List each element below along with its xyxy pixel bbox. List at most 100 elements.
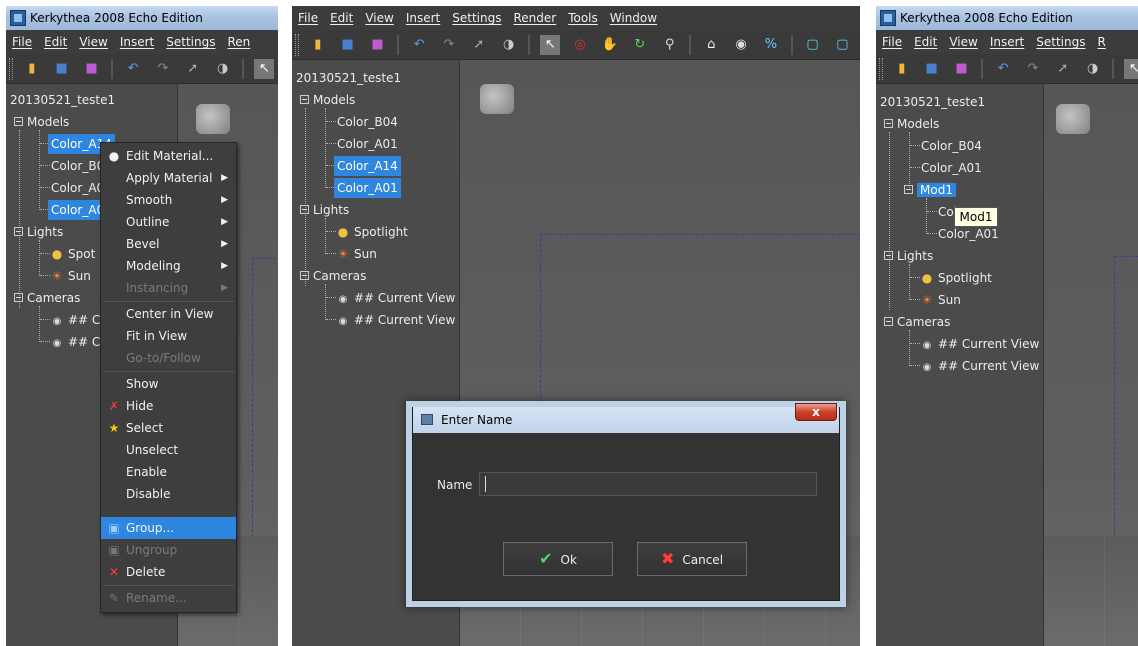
tree-node-lights[interactable]: Lights (14, 222, 63, 242)
tree-node-cameras[interactable]: Cameras (884, 312, 950, 332)
menu-item-bevel[interactable]: Bevel ▶ (101, 233, 236, 255)
menu-item-modeling[interactable]: Modeling ▶ (101, 255, 236, 277)
tree-node-light[interactable]: ● Spotlight (336, 222, 408, 242)
menu-item-delete[interactable]: ✕ Delete (101, 561, 236, 583)
menu-render[interactable]: R (1097, 35, 1105, 49)
target-icon[interactable]: ◎ (570, 35, 590, 55)
toolbar-grip[interactable] (879, 58, 883, 80)
menu-item-apply-material[interactable]: Apply Material ▶ (101, 167, 236, 189)
collapse-icon[interactable] (300, 271, 309, 280)
select-arrow-icon[interactable]: ↖ (540, 35, 561, 55)
tree-node-model[interactable]: Color_A01 (337, 134, 398, 154)
collapse-icon[interactable] (884, 251, 893, 260)
menu-item-enable[interactable]: Enable (101, 461, 236, 483)
wand-icon[interactable]: ➚ (1053, 59, 1073, 79)
undo-icon[interactable]: ↶ (993, 59, 1013, 79)
redo-icon[interactable]: ↷ (439, 35, 459, 55)
percent-icon[interactable]: % (761, 35, 781, 55)
hand-icon[interactable]: ✋ (600, 35, 620, 55)
sphere-icon[interactable]: ◑ (1083, 59, 1103, 79)
sphere-icon[interactable]: ◑ (499, 35, 519, 55)
menu-render[interactable]: Render (513, 11, 556, 25)
menu-edit[interactable]: Edit (914, 35, 937, 49)
menu-item-goto-follow[interactable]: Go-to/Follow (101, 347, 236, 369)
toolbar-grip[interactable] (295, 34, 299, 56)
menu-item-fit-in-view[interactable]: Fit in View (101, 325, 236, 347)
tree-node-light[interactable]: ☀ Sun (50, 266, 91, 286)
tree-node-models[interactable]: Models (884, 114, 939, 134)
menu-insert[interactable]: Insert (990, 35, 1024, 49)
tree-node-model[interactable]: Color_A14 (334, 156, 401, 176)
save-as-icon[interactable]: ■ (367, 35, 387, 55)
menu-view[interactable]: View (949, 35, 977, 49)
ok-button[interactable]: ✔ Ok (503, 542, 613, 576)
name-input[interactable] (479, 472, 817, 496)
save-as-icon[interactable]: ■ (951, 59, 971, 79)
menu-item-show[interactable]: Show (101, 373, 236, 395)
wand-icon[interactable]: ➚ (469, 35, 489, 55)
tree-node-model[interactable]: Color_B04 (337, 112, 398, 132)
rotate-icon[interactable]: ↻ (630, 35, 650, 55)
menu-insert[interactable]: Insert (406, 11, 440, 25)
menu-item-smooth[interactable]: Smooth ▶ (101, 189, 236, 211)
menu-file[interactable]: File (12, 35, 32, 49)
3d-viewport[interactable] (1044, 84, 1138, 646)
collapse-icon[interactable] (14, 227, 23, 236)
menu-item-edit-material[interactable]: ● Edit Material... (101, 145, 236, 167)
tree-node-light[interactable]: ☀ Sun (920, 290, 961, 310)
redo-icon[interactable]: ↷ (153, 59, 173, 79)
tree-node-light[interactable]: ☀ Sun (336, 244, 377, 264)
menu-file[interactable]: File (882, 35, 902, 49)
tree-node-camera[interactable]: ◉ ## C (50, 332, 101, 352)
tree-node-model[interactable]: Color_A01 (938, 224, 999, 244)
undo-icon[interactable]: ↶ (409, 35, 429, 55)
menu-tools[interactable]: Tools (568, 11, 598, 25)
menu-window[interactable]: Window (610, 11, 657, 25)
tree-node-light[interactable]: ● Spot (50, 244, 96, 264)
scene-root[interactable]: 20130521_teste1 (10, 90, 115, 110)
menu-item-rename[interactable]: ✎ Rename... (101, 587, 236, 609)
collapse-icon[interactable] (904, 185, 913, 194)
collapse-icon[interactable] (884, 317, 893, 326)
tree-node-light[interactable]: ● Spotlight (920, 268, 992, 288)
save-icon[interactable]: ■ (338, 35, 358, 55)
open-icon[interactable]: ▮ (308, 35, 328, 55)
save-icon[interactable]: ■ (52, 59, 72, 79)
menu-item-hide[interactable]: ✗ Hide (101, 395, 236, 417)
menu-settings[interactable]: Settings (1036, 35, 1085, 49)
collapse-icon[interactable] (14, 117, 23, 126)
tree-node-model[interactable]: Color_A0 (48, 200, 108, 220)
menu-render[interactable]: Ren (227, 35, 250, 49)
menu-item-unselect[interactable]: Unselect (101, 439, 236, 461)
menu-insert[interactable]: Insert (120, 35, 154, 49)
menu-file[interactable]: File (298, 11, 318, 25)
cancel-button[interactable]: ✖ Cancel (637, 542, 747, 576)
wand-icon[interactable]: ➚ (183, 59, 203, 79)
tree-node-camera[interactable]: ◉ ## Current View (920, 334, 1040, 354)
menu-item-instancing[interactable]: Instancing ▶ (101, 277, 236, 299)
menu-edit[interactable]: Edit (330, 11, 353, 25)
tree-node-cameras[interactable]: Cameras (300, 266, 366, 286)
tree-node-lights[interactable]: Lights (884, 246, 933, 266)
menu-edit[interactable]: Edit (44, 35, 67, 49)
zoom-icon[interactable]: ⚲ (660, 35, 680, 55)
tree-node-model[interactable]: Color_A01 (334, 178, 401, 198)
toolbar-grip[interactable] (9, 58, 13, 80)
tree-node-model[interactable]: Color_B0 (51, 156, 104, 176)
cube-side-icon[interactable]: ▢ (832, 35, 852, 55)
menu-item-select[interactable]: ★ Select (101, 417, 236, 439)
collapse-icon[interactable] (300, 205, 309, 214)
collapse-icon[interactable] (884, 119, 893, 128)
tree-node-group[interactable]: Mod1 (904, 180, 956, 200)
collapse-icon[interactable] (14, 293, 23, 302)
camera-view-icon[interactable]: ◉ (731, 35, 751, 55)
select-arrow-icon[interactable]: ↖ (1124, 59, 1138, 79)
tree-node-lights[interactable]: Lights (300, 200, 349, 220)
menu-item-outline[interactable]: Outline ▶ (101, 211, 236, 233)
menu-settings[interactable]: Settings (166, 35, 215, 49)
tree-node-camera[interactable]: ◉ ## Current View (336, 288, 456, 308)
tree-node-camera[interactable]: ◉ ## Current View (920, 356, 1040, 376)
menu-view[interactable]: View (365, 11, 393, 25)
undo-icon[interactable]: ↶ (123, 59, 143, 79)
tree-node-model[interactable]: Color_A0 (51, 178, 104, 198)
